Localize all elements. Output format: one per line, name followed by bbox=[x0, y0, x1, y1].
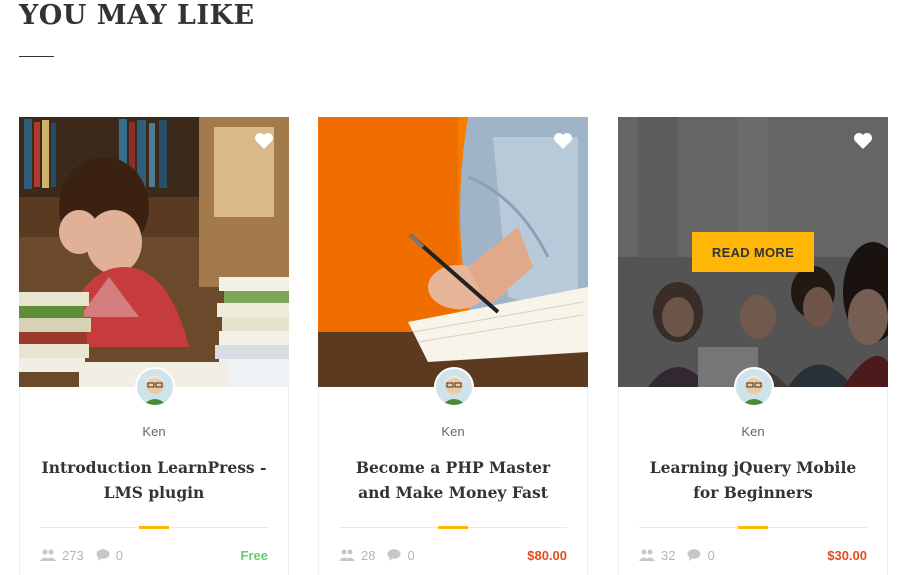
author-avatar[interactable] bbox=[434, 367, 474, 407]
author-avatar[interactable] bbox=[734, 367, 774, 407]
comments-value: 0 bbox=[407, 547, 415, 563]
comments-count: 0 bbox=[387, 547, 415, 563]
students-value: 273 bbox=[62, 547, 84, 563]
course-card[interactable]: READ MORE Ken Learning jQuery Mobile for… bbox=[618, 117, 888, 575]
course-title[interactable]: Learning jQuery Mobile for Beginners bbox=[639, 455, 867, 505]
comment-icon bbox=[387, 549, 401, 561]
heart-icon[interactable] bbox=[853, 132, 873, 150]
divider-accent bbox=[438, 526, 468, 529]
students-value: 32 bbox=[661, 547, 676, 563]
users-icon bbox=[40, 549, 56, 561]
heart-icon[interactable] bbox=[254, 132, 274, 150]
comments-value: 0 bbox=[707, 547, 715, 563]
heart-icon[interactable] bbox=[553, 132, 573, 150]
comments-count: 0 bbox=[96, 548, 123, 563]
course-title[interactable]: Introduction LearnPress - LMS plugin bbox=[40, 455, 268, 505]
comments-count: 0 bbox=[687, 547, 715, 563]
avatar-image bbox=[736, 369, 772, 405]
section-title: YOU MAY LIKE bbox=[19, 0, 255, 31]
course-card[interactable]: Ken Become a PHP Master and Make Money F… bbox=[318, 117, 588, 575]
course-meta: 28 0 $80.00 bbox=[339, 545, 567, 565]
students-value: 28 bbox=[361, 547, 376, 563]
divider-accent bbox=[738, 526, 768, 529]
course-card[interactable]: Ken Introduction LearnPress - LMS plugin… bbox=[19, 117, 289, 575]
course-price: $30.00 bbox=[827, 547, 867, 563]
comment-icon bbox=[687, 549, 701, 561]
avatar-image bbox=[137, 369, 173, 405]
author-name[interactable]: Ken bbox=[619, 424, 887, 439]
course-title[interactable]: Become a PHP Master and Make Money Fast bbox=[339, 455, 567, 505]
users-icon bbox=[639, 549, 655, 561]
course-image bbox=[318, 117, 588, 387]
author-name[interactable]: Ken bbox=[319, 424, 587, 439]
course-price: Free bbox=[240, 547, 268, 563]
course-price: $80.00 bbox=[527, 547, 567, 563]
title-underline bbox=[19, 56, 54, 57]
course-meta: 32 0 $30.00 bbox=[639, 545, 867, 565]
course-meta: 273 0 Free bbox=[40, 545, 268, 565]
students-count: 273 bbox=[40, 548, 84, 563]
students-count: 28 bbox=[339, 548, 375, 563]
author-avatar[interactable] bbox=[135, 367, 175, 407]
users-icon bbox=[339, 549, 355, 561]
read-more-button[interactable]: READ MORE bbox=[692, 232, 814, 272]
course-thumbnail[interactable] bbox=[19, 117, 289, 387]
comments-value: 0 bbox=[115, 547, 123, 563]
students-count: 32 bbox=[639, 548, 675, 563]
author-name[interactable]: Ken bbox=[20, 424, 288, 439]
divider-accent bbox=[139, 526, 169, 529]
avatar-image bbox=[436, 369, 472, 405]
comment-icon bbox=[96, 549, 110, 561]
course-thumbnail[interactable]: READ MORE bbox=[618, 117, 888, 387]
course-image bbox=[19, 117, 289, 387]
course-thumbnail[interactable] bbox=[318, 117, 588, 387]
